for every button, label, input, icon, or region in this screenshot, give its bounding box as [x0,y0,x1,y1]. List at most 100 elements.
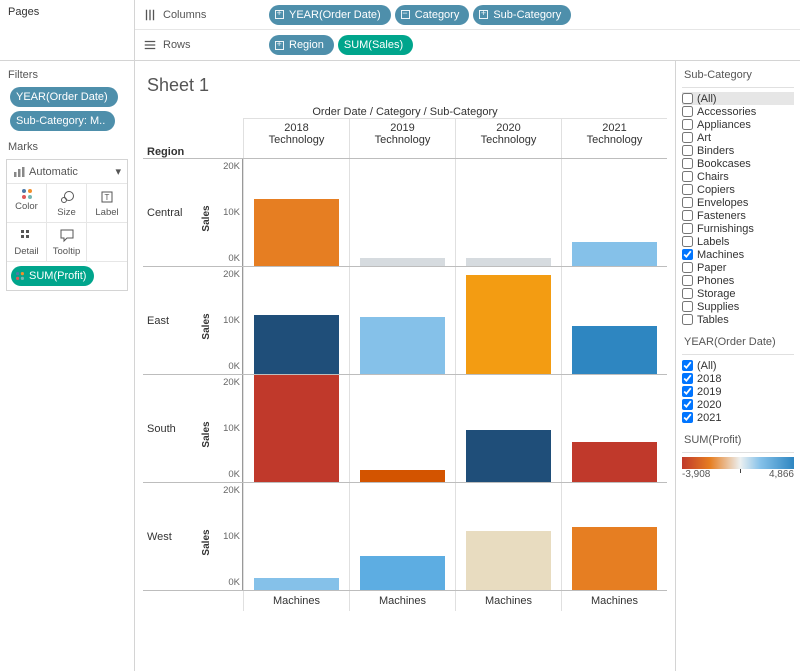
checkbox-input[interactable] [682,275,693,286]
checkbox-input[interactable] [682,262,693,273]
columns-pill[interactable]: Sub-Category [473,5,571,25]
subcategory-filter-item[interactable]: Bookcases [682,157,794,170]
bar-cell [243,267,349,374]
subcategory-filter-item[interactable]: Envelopes [682,196,794,209]
columns-shelf-title: Columns [135,8,265,22]
subcategory-filter-item[interactable]: Appliances [682,118,794,131]
pages-shelf[interactable]: Pages [0,0,135,60]
bar-cell [455,483,561,590]
subcategory-filter-item[interactable]: Machines [682,248,794,261]
rows-pill[interactable]: Region [269,35,334,55]
checkbox-input[interactable] [682,184,693,195]
subcategory-filter-item[interactable]: Tables [682,313,794,326]
bar-cell [561,483,667,590]
bar[interactable] [254,199,339,266]
rows-shelf[interactable]: Rows RegionSUM(Sales) [135,30,800,60]
filter-pill[interactable]: Sub-Category: M.. [10,111,115,131]
rows-pill[interactable]: SUM(Sales) [338,35,413,55]
bar[interactable] [360,317,445,374]
checkbox-input[interactable] [682,249,693,260]
marks-detail-button[interactable]: Detail [7,223,47,261]
bar[interactable] [360,556,445,590]
subcategory-filter-item[interactable]: Paper [682,261,794,274]
column-footer: Machines [455,591,561,611]
filter-item-label: Paper [697,262,726,274]
bar-cell [561,159,667,266]
marks-size-button[interactable]: Size [47,184,87,223]
checkbox-input[interactable] [682,106,693,117]
subcategory-filter-item[interactable]: Accessories [682,105,794,118]
checkbox-input[interactable] [682,171,693,182]
filter-item-label: Machines [697,249,744,261]
checkbox-input[interactable] [682,288,693,299]
checkbox-input[interactable] [682,360,693,371]
subcategory-filter-item[interactable]: Labels [682,235,794,248]
checkbox-input[interactable] [682,301,693,312]
checkbox-input[interactable] [682,158,693,169]
bar[interactable] [572,442,657,482]
bar[interactable] [466,531,551,590]
checkbox-input[interactable] [682,197,693,208]
columns-shelf[interactable]: Columns YEAR(Order Date)CategorySub-Cate… [135,0,800,30]
bar[interactable] [360,258,445,266]
filters-shelf[interactable]: Filters YEAR(Order Date)Sub-Category: M.… [6,67,128,131]
bar[interactable] [466,275,551,374]
filter-pill[interactable]: YEAR(Order Date) [10,87,118,107]
year-filter-item[interactable]: 2018 [682,372,794,385]
checkbox-input[interactable] [682,132,693,143]
checkbox-input[interactable] [682,412,693,423]
checkbox-input[interactable] [682,145,693,156]
bar[interactable] [572,326,657,374]
bar[interactable] [254,578,339,590]
subcategory-filter-card: Sub-Category (All)AccessoriesAppliancesA… [682,67,794,326]
subcategory-filter-item[interactable]: (All) [682,92,794,105]
subcategory-filter-item[interactable]: Furnishings [682,222,794,235]
subcategory-filter-item[interactable]: Storage [682,287,794,300]
bar[interactable] [466,430,551,482]
subcategory-filter-item[interactable]: Supplies [682,300,794,313]
bar-cell [349,483,455,590]
marks-type-select[interactable]: Automatic ▾ [7,160,127,184]
subcategory-filter-item[interactable]: Phones [682,274,794,287]
bar-cell [349,267,455,374]
marks-label-button[interactable]: T Label [87,184,127,223]
marks-color-pill[interactable]: SUM(Profit) [11,266,94,286]
checkbox-input[interactable] [682,119,693,130]
bar[interactable] [254,375,339,482]
subcategory-filter-item[interactable]: Binders [682,144,794,157]
label-icon: T [99,189,115,205]
checkbox-input[interactable] [682,399,693,410]
bar[interactable] [254,315,339,374]
color-legend: SUM(Profit) -3,908 4,866 [682,432,794,480]
columns-pill[interactable]: YEAR(Order Date) [269,5,391,25]
checkbox-input[interactable] [682,386,693,397]
year-filter-item[interactable]: 2019 [682,385,794,398]
marks-color-button[interactable]: Color [7,184,47,223]
checkbox-input[interactable] [682,314,693,325]
bar-cell [561,267,667,374]
year-filter-item[interactable]: 2020 [682,398,794,411]
year-filter-item[interactable]: (All) [682,359,794,372]
y-tick: 0K [205,253,240,264]
subcategory-filter-title: Sub-Category [682,67,794,88]
year-filter-item[interactable]: 2021 [682,411,794,424]
subcategory-filter-item[interactable]: Fasteners [682,209,794,222]
subcategory-filter-item[interactable]: Chairs [682,170,794,183]
subcategory-filter-item[interactable]: Art [682,131,794,144]
bar[interactable] [572,242,657,266]
subcategory-filter-item[interactable]: Copiers [682,183,794,196]
checkbox-input[interactable] [682,373,693,384]
checkbox-input[interactable] [682,223,693,234]
bar[interactable] [360,470,445,482]
checkbox-input[interactable] [682,210,693,221]
marks-tooltip-button[interactable]: Tooltip [47,223,87,261]
checkbox-input[interactable] [682,236,693,247]
columns-pill[interactable]: Category [395,5,470,25]
column-header: 2021Technology [561,118,667,158]
tooltip-icon [59,228,75,244]
checkbox-input[interactable] [682,93,693,104]
bar[interactable] [572,527,657,590]
marks-label: Marks [6,139,128,159]
bar[interactable] [466,258,551,266]
viz-canvas[interactable]: Sheet 1 Order Date / Category / Sub-Cate… [135,61,675,671]
